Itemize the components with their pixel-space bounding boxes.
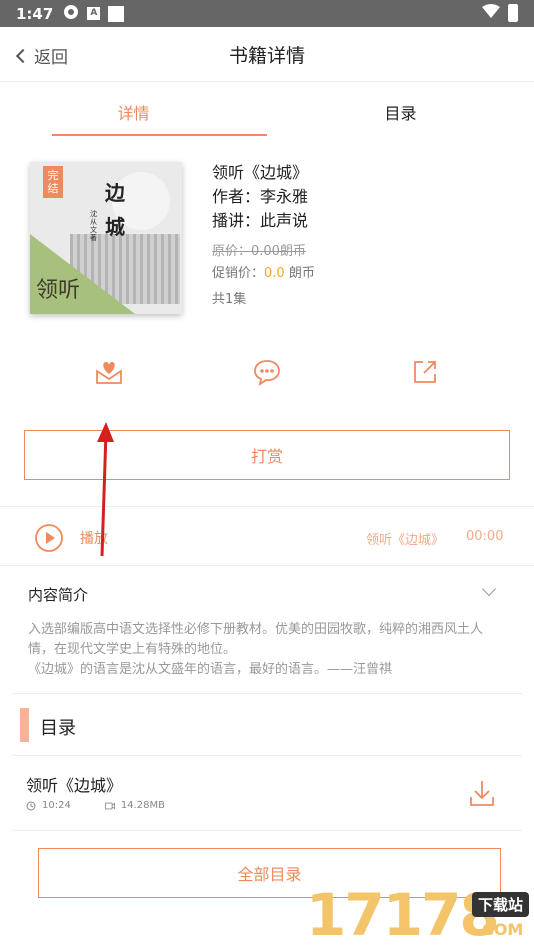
chapter-duration: 10:24	[42, 800, 71, 811]
page-title: 书籍详情	[228, 44, 305, 67]
cover-corner-text: 领听	[36, 278, 81, 303]
book-narrator: 播讲：此声说	[212, 211, 309, 230]
chapter-title: 领听《边城》	[26, 776, 123, 795]
sale-price: 促销价：0.0 朗币	[212, 263, 315, 285]
sale-price-value: 0.0	[264, 266, 285, 281]
action-row	[0, 337, 534, 412]
battery-icon	[508, 4, 518, 22]
watermark-suffix: .COM	[476, 920, 524, 939]
divider	[12, 830, 522, 831]
share-icon[interactable]	[410, 357, 440, 387]
intro-text: 入选部编版高中语文选择性必修下册教材。优美的田园牧歌，纯粹的湘西风土人情，在现代…	[28, 620, 506, 680]
sale-price-label: 促销价：	[212, 266, 265, 281]
watermark-number: 17178	[306, 881, 500, 949]
chevron-left-icon	[15, 48, 31, 63]
completed-badge: 完结	[43, 166, 63, 198]
play-time: 00:00	[466, 529, 504, 544]
wifi-icon	[482, 4, 500, 22]
active-tab-indicator	[52, 134, 267, 136]
back-label: 返回	[34, 48, 68, 68]
sync-icon	[63, 4, 79, 24]
book-meta: 领听《边城》 作者：李永雅 播讲：此声说 原价：0.00朗币 促销价：0.0 朗…	[212, 161, 315, 311]
toc-header: 目录	[0, 704, 534, 754]
toc-title: 目录	[40, 718, 76, 739]
status-bar: 1:47 A	[0, 0, 534, 27]
divider	[12, 693, 522, 694]
intro-paragraph-2: 《边城》的语言是沈从文盛年的语言，最好的语言。——汪曾祺	[28, 662, 393, 677]
download-icon[interactable]	[468, 778, 496, 808]
play-button[interactable]	[34, 523, 64, 553]
notification-icon: A	[87, 7, 101, 20]
intro-title: 内容简介	[28, 586, 89, 604]
status-time: 1:47	[16, 4, 54, 23]
favorite-icon[interactable]	[94, 357, 124, 387]
app-header: 返回 书籍详情	[0, 27, 534, 82]
book-name: 领听《边城》	[212, 163, 309, 182]
square-notification-icon	[108, 5, 125, 22]
chapter-item[interactable]: 领听《边城》 10:24 14.28MB	[0, 756, 534, 830]
video-icon	[104, 802, 115, 809]
back-button[interactable]: 返回	[14, 43, 68, 68]
site-watermark: 17178 下载站 .COM	[306, 880, 534, 950]
original-price: 原价：0.00朗币	[212, 244, 306, 259]
book-cover: 边城 沈从文著 完结 领听	[30, 162, 182, 314]
comment-icon[interactable]	[252, 357, 282, 387]
now-playing-title: 领听《边城》	[366, 533, 445, 548]
intro-section: 内容简介 入选部编版高中语文选择性必修下册教材。优美的田园牧歌，纯粹的湘西风土人…	[0, 566, 534, 694]
annotation-arrow	[97, 422, 114, 557]
tab-details[interactable]: 详情	[0, 82, 267, 137]
chapter-meta: 10:24 14.28MB	[26, 800, 165, 811]
intro-paragraph-1: 入选部编版高中语文选择性必修下册教材。优美的田园牧歌，纯粹的湘西风土人情，在现代…	[28, 622, 484, 657]
book-info: 边城 沈从文著 完结 领听 领听《边城》 作者：李永雅 播讲：此声说 原价：0.…	[0, 137, 534, 337]
toc-accent-bar	[20, 708, 29, 742]
sale-price-unit: 朗币	[284, 266, 315, 281]
tab-bar: 详情 目录	[0, 82, 534, 137]
chevron-down-icon[interactable]	[481, 581, 497, 597]
clock-icon	[26, 801, 36, 810]
book-author: 作者：李永雅	[212, 187, 309, 206]
watermark-tag: 下载站	[472, 892, 530, 917]
episode-count: 共1集	[212, 292, 247, 307]
tab-catalog[interactable]: 目录	[267, 82, 534, 137]
player-bar: 播放 领听《边城》 00:00	[0, 506, 534, 566]
chapter-size: 14.28MB	[120, 800, 165, 811]
